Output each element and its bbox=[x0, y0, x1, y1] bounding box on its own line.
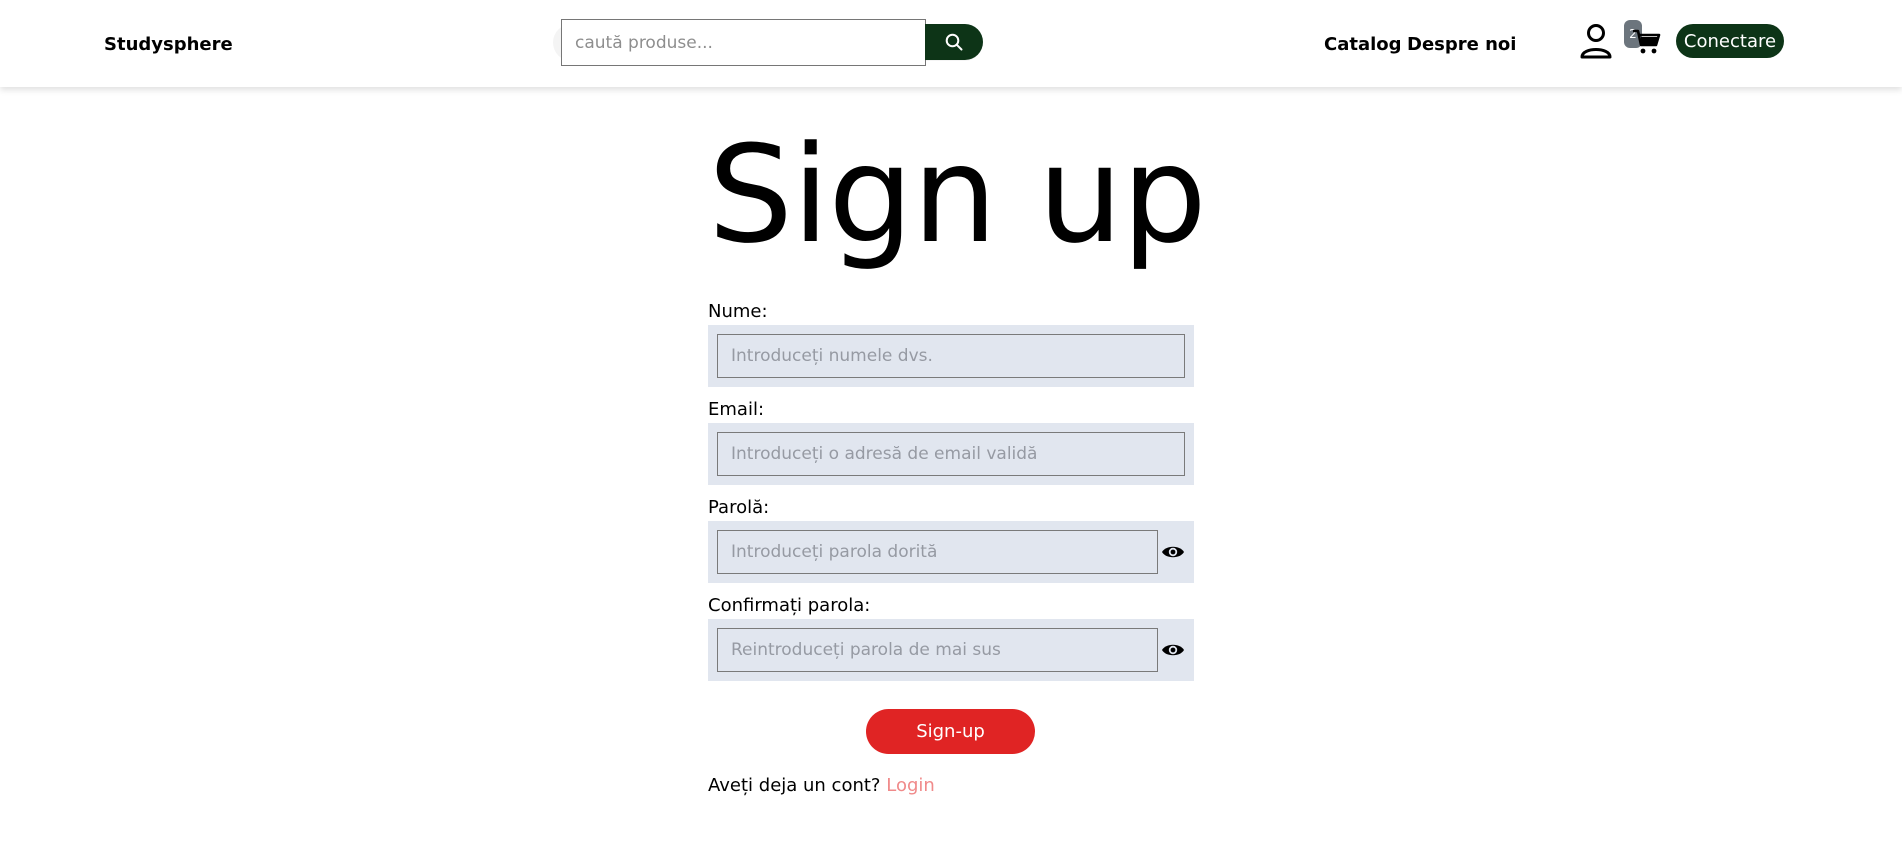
cart-icon[interactable] bbox=[1633, 28, 1661, 55]
login-prompt-text: Aveți deja un cont? bbox=[708, 775, 881, 796]
nav-about-link[interactable]: Despre noi bbox=[1407, 34, 1516, 55]
eye-icon[interactable] bbox=[1161, 639, 1185, 661]
confirm-password-input[interactable] bbox=[717, 628, 1158, 672]
search-input[interactable] bbox=[561, 19, 926, 66]
site-header: Studysphere Catalog Despre noi 2 Conecta… bbox=[0, 0, 1902, 87]
nav-catalog-link[interactable]: Catalog bbox=[1324, 34, 1402, 55]
brand-logo[interactable]: Studysphere bbox=[104, 34, 233, 55]
eye-icon[interactable] bbox=[1161, 541, 1185, 563]
login-prompt: Aveți deja un cont? Login bbox=[708, 775, 935, 796]
password-input[interactable] bbox=[717, 530, 1158, 574]
confirm-password-label: Confirmați parola: bbox=[708, 595, 871, 616]
password-label: Parolă: bbox=[708, 497, 770, 518]
connect-button[interactable]: Conectare bbox=[1676, 24, 1784, 58]
user-icon[interactable] bbox=[1579, 23, 1613, 59]
email-input[interactable] bbox=[717, 432, 1185, 476]
password-field-container bbox=[708, 521, 1194, 583]
name-field-container bbox=[708, 325, 1194, 387]
page-title: Sign up bbox=[708, 117, 1207, 273]
name-label: Nume: bbox=[708, 301, 768, 322]
email-label: Email: bbox=[708, 399, 765, 420]
signup-button[interactable]: Sign-up bbox=[866, 709, 1035, 754]
name-input[interactable] bbox=[717, 334, 1185, 378]
confirm-password-field-container bbox=[708, 619, 1194, 681]
search-button[interactable] bbox=[925, 24, 983, 60]
email-field-container bbox=[708, 423, 1194, 485]
search-icon bbox=[945, 33, 963, 51]
login-link[interactable]: Login bbox=[886, 775, 935, 796]
